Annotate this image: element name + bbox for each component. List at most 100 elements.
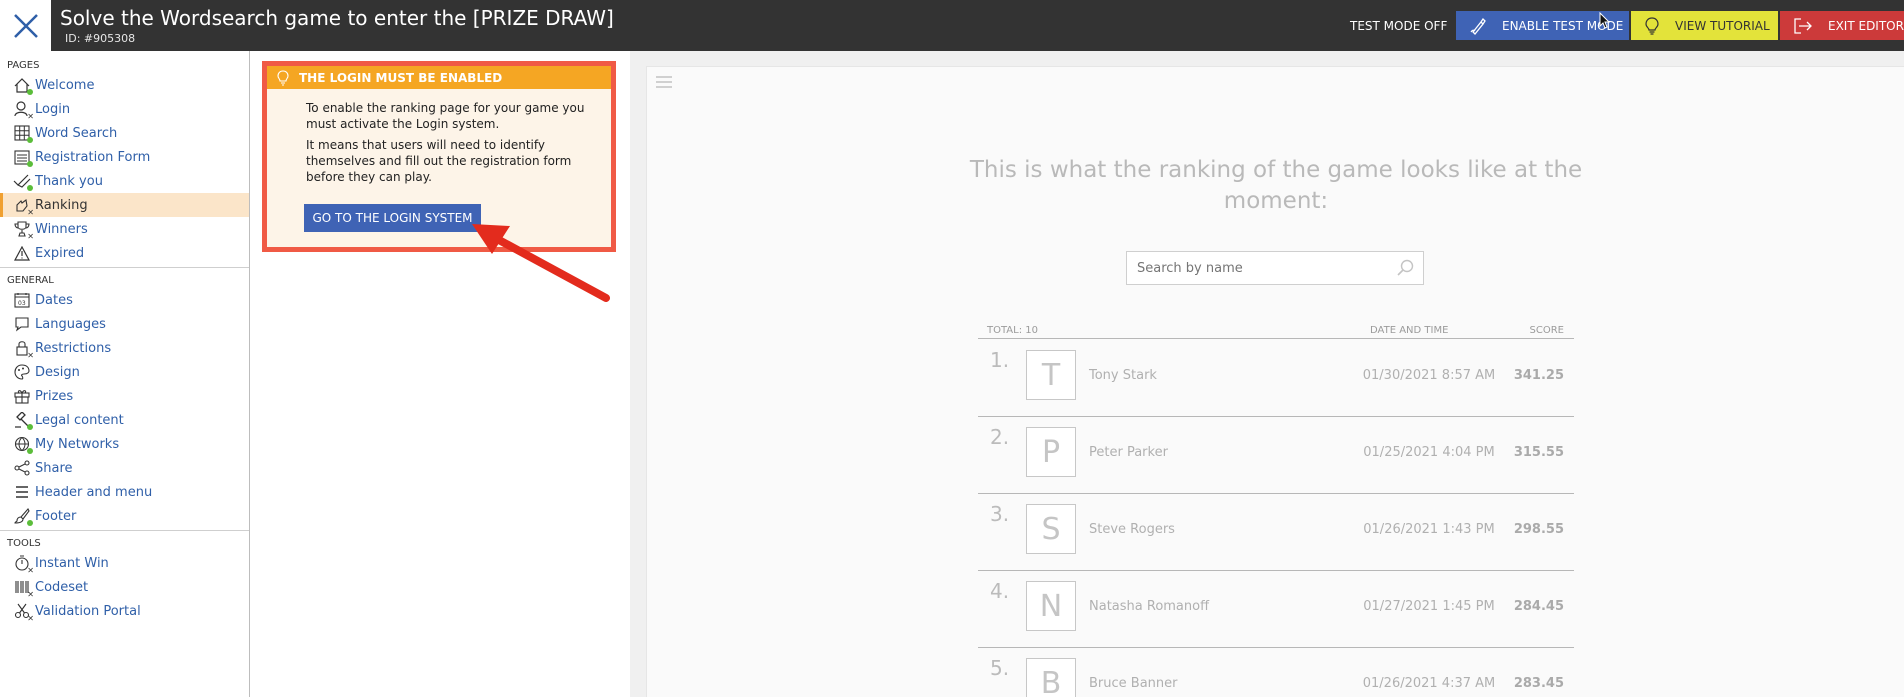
sidebar-item-label: Codeset: [35, 579, 89, 595]
preview-top-strip: [646, 51, 1904, 66]
sidebar-item-label: Word Search: [35, 125, 118, 141]
hamburger-menu-icon[interactable]: [655, 75, 673, 89]
ranking-row: 1. T Tony Stark 01/30/2021 8:57 AM 341.2…: [978, 340, 1574, 417]
player-date: 01/26/2021 1:43 PM: [1363, 522, 1495, 537]
barcode-icon: ✕: [12, 578, 34, 599]
alert-header: THE LOGIN MUST BE ENABLED: [267, 66, 611, 89]
sidebar-item-label: Header and menu: [35, 484, 153, 500]
section-label-tools: TOOLS: [7, 538, 41, 549]
alert-body: To enable the ranking page for your game…: [267, 89, 611, 185]
sidebar-item-label: Login: [35, 101, 71, 117]
player-name: Natasha Romanoff: [1089, 599, 1210, 614]
rank-number: 3.: [990, 502, 1010, 526]
sidebar-item-languages[interactable]: Languages: [0, 312, 249, 336]
sidebar-item-my-networks[interactable]: My Networks: [0, 432, 249, 456]
ranking-heading: This is what the ranking of the game loo…: [969, 157, 1583, 214]
sidebar-item-thank-you[interactable]: Thank you: [0, 169, 249, 193]
avatar: P: [1026, 427, 1076, 477]
sidebar-item-dates[interactable]: 03 Dates: [0, 288, 249, 312]
sidebar-item-label: Footer: [35, 508, 77, 524]
sidebar-item-ranking[interactable]: ✕ Ranking: [0, 193, 249, 217]
gift-icon: [12, 387, 32, 405]
home-icon: [12, 76, 33, 95]
sidebar-item-header-and-menu[interactable]: Header and menu: [0, 480, 249, 504]
sidebar-item-label: Validation Portal: [35, 603, 141, 619]
sidebar-item-label: Share: [35, 460, 73, 476]
alert-paragraph: To enable the ranking page for your game…: [306, 101, 585, 131]
view-tutorial-button[interactable]: VIEW TUTORIAL: [1631, 11, 1778, 40]
ranking-row: 3. S Steve Rogers 01/26/2021 1:43 PM 298…: [978, 494, 1574, 571]
red-arrow-annotation: [472, 224, 610, 302]
sidebar-item-validation-portal[interactable]: ✕ Validation Portal: [0, 599, 249, 623]
sidebar-item-label: Restrictions: [35, 340, 112, 356]
sidebar-item-registration-form[interactable]: Registration Form: [0, 145, 249, 169]
sidebar-item-codeset[interactable]: ✕ Codeset: [0, 575, 249, 599]
player-date: 01/25/2021 4:04 PM: [1363, 445, 1495, 460]
sidebar-item-winners[interactable]: ✕ Winners: [0, 217, 249, 241]
sidebar-item-footer[interactable]: Footer: [0, 504, 249, 528]
sidebar-item-expired[interactable]: Expired: [0, 241, 249, 265]
check-icon: [12, 172, 33, 191]
sidebar-item-legal-content[interactable]: Legal content: [0, 408, 249, 432]
search-input[interactable]: [1137, 252, 1387, 284]
timer-icon: ✕: [12, 554, 34, 575]
player-date: 01/27/2021 1:45 PM: [1363, 599, 1495, 614]
player-score: 283.45: [1513, 676, 1564, 691]
lock-icon: ✕: [12, 339, 34, 360]
svg-text:03: 03: [18, 300, 26, 307]
pen-icon: [1470, 17, 1486, 35]
go-to-login-system-button[interactable]: GO TO THE LOGIN SYSTEM: [304, 204, 481, 232]
search-icon[interactable]: [1397, 259, 1415, 277]
sidebar-item-label: Expired: [35, 245, 85, 261]
form-icon: [12, 148, 33, 167]
sidebar-item-welcome[interactable]: Welcome: [0, 73, 249, 97]
alert-paragraph: It means that users will need to identif…: [306, 138, 572, 184]
avatar: T: [1026, 350, 1076, 400]
rank-number: 2.: [990, 425, 1010, 449]
close-icon[interactable]: [11, 11, 41, 41]
ranking-row: 5. B Bruce Banner 01/26/2021 4:37 AM 283…: [978, 648, 1574, 697]
sidebar-item-design[interactable]: Design: [0, 360, 249, 384]
sidebar-item-restrictions[interactable]: ✕ Restrictions: [0, 336, 249, 360]
sidebar-item-label: Instant Win: [35, 555, 109, 571]
sidebar-item-label: Thank you: [35, 173, 103, 189]
avatar: S: [1026, 504, 1076, 554]
total-count: TOTAL: 10: [987, 325, 1038, 336]
alert-title: THE LOGIN MUST BE ENABLED: [299, 70, 503, 85]
exit-editor-button[interactable]: EXIT EDITOR: [1780, 11, 1904, 40]
sidebar-item-login[interactable]: ✕ Login: [0, 97, 249, 121]
scissors-icon: ✕: [12, 602, 34, 623]
top-bar: Solve the Wordsearch game to enter the […: [0, 0, 1904, 51]
search-box: [1126, 251, 1424, 285]
mouse-cursor-icon: [1599, 12, 1611, 29]
sidebar-item-share[interactable]: Share: [0, 456, 249, 480]
sidebar-item-label: Prizes: [35, 388, 74, 404]
player-score: 298.55: [1513, 522, 1564, 537]
gutter: [630, 51, 646, 697]
test-mode-status: TEST MODE OFF: [1350, 19, 1448, 33]
sidebar-item-word-search[interactable]: Word Search: [0, 121, 249, 145]
user-icon: ✕: [12, 100, 34, 121]
player-name: Steve Rogers: [1089, 522, 1175, 537]
page-title: Solve the Wordsearch game to enter the […: [60, 6, 614, 30]
calendar-icon: 03: [12, 291, 32, 309]
sidebar-item-label: Legal content: [35, 412, 124, 428]
sidebar-item-label: Welcome: [35, 77, 95, 93]
share-icon: [12, 459, 32, 477]
trophy-icon: ✕: [12, 220, 34, 241]
close-button[interactable]: [0, 0, 51, 51]
ranking-icon: ✕: [12, 196, 34, 217]
avatar: B: [1026, 658, 1076, 697]
sidebar-item-prizes[interactable]: Prizes: [0, 384, 249, 408]
section-label-pages: PAGES: [7, 60, 40, 71]
ranking-row: 2. P Peter Parker 01/25/2021 4:04 PM 315…: [978, 417, 1574, 494]
exit-editor-label: EXIT EDITOR: [1828, 18, 1904, 33]
sidebar-item-label: Design: [35, 364, 80, 380]
sidebar-item-label: Dates: [35, 292, 73, 308]
sidebar-item-instant-win[interactable]: ✕ Instant Win: [0, 551, 249, 575]
palette-icon: [12, 363, 32, 381]
exit-icon: [1794, 17, 1812, 34]
player-score: 341.25: [1513, 368, 1564, 383]
divider: [0, 267, 249, 268]
sidebar-item-label: Languages: [35, 316, 106, 332]
